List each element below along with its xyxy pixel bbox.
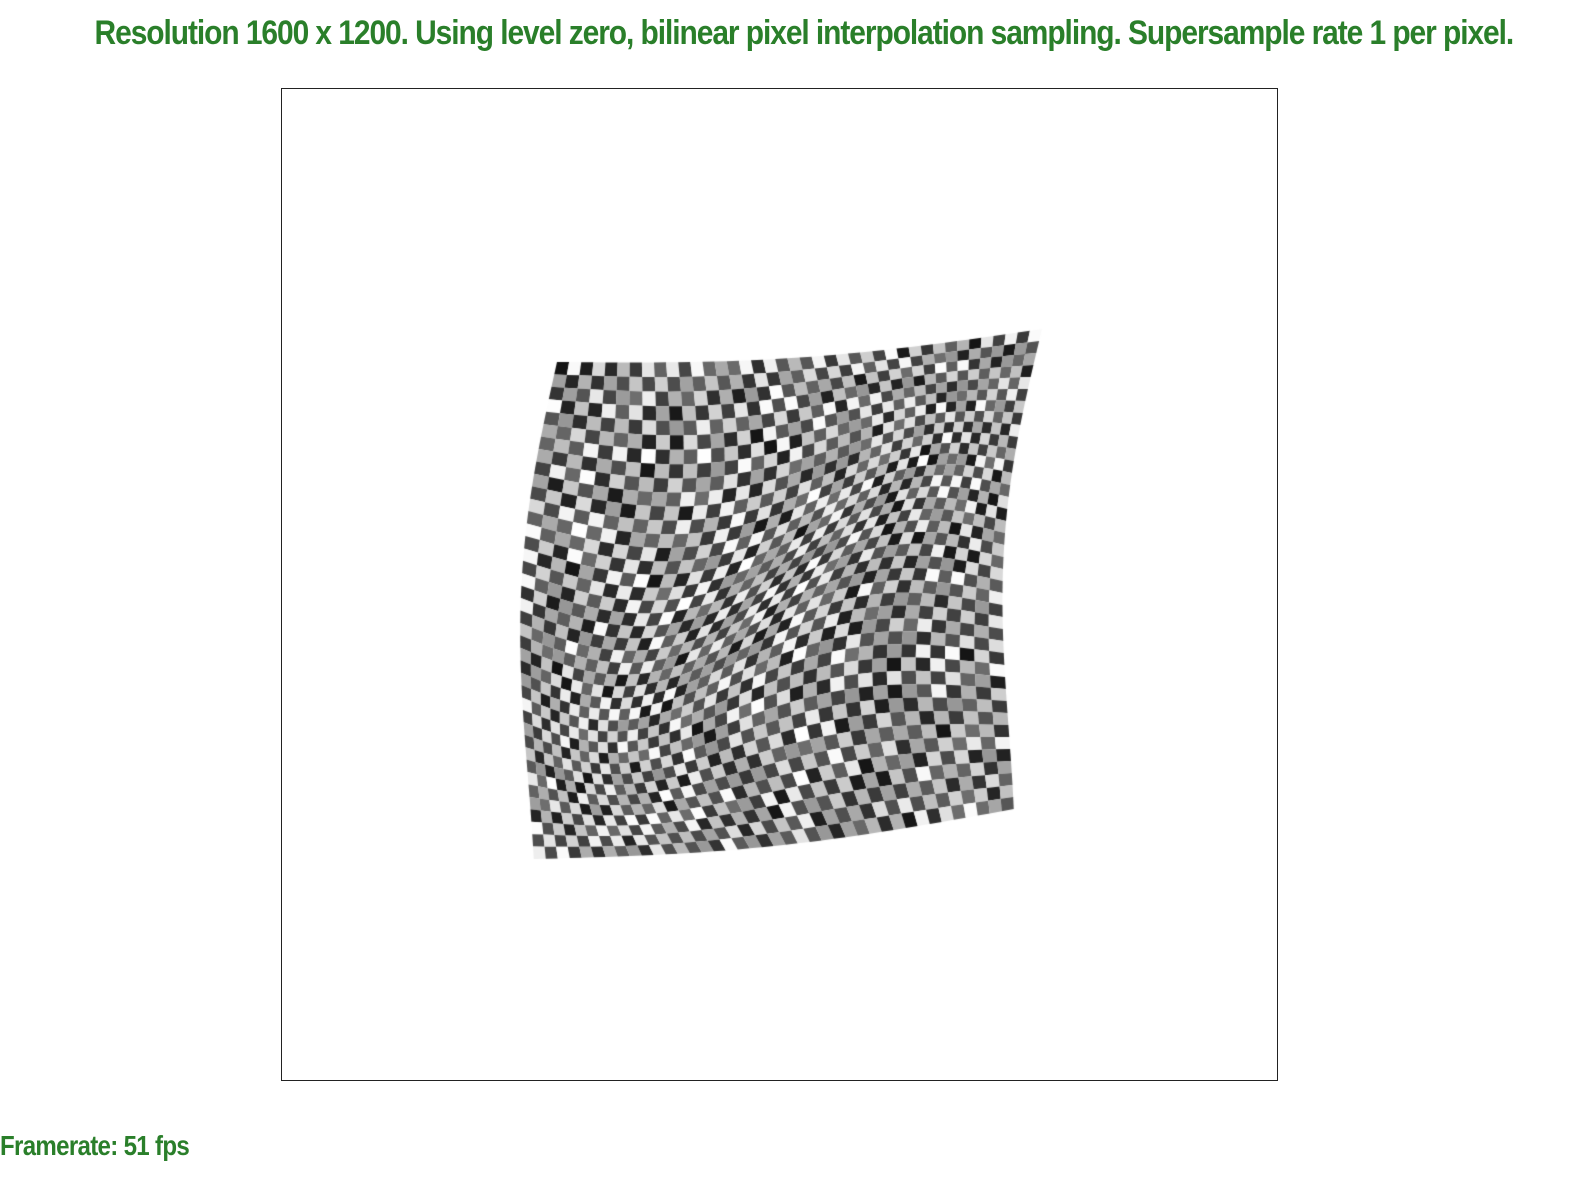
framerate-readout: Framerate: 51 fps xyxy=(0,1130,190,1161)
warped-checkerboard-image xyxy=(282,89,1277,1080)
render-status-text: Resolution 1600 x 1200. Using level zero… xyxy=(94,14,1515,52)
render-viewport[interactable] xyxy=(281,88,1278,1081)
